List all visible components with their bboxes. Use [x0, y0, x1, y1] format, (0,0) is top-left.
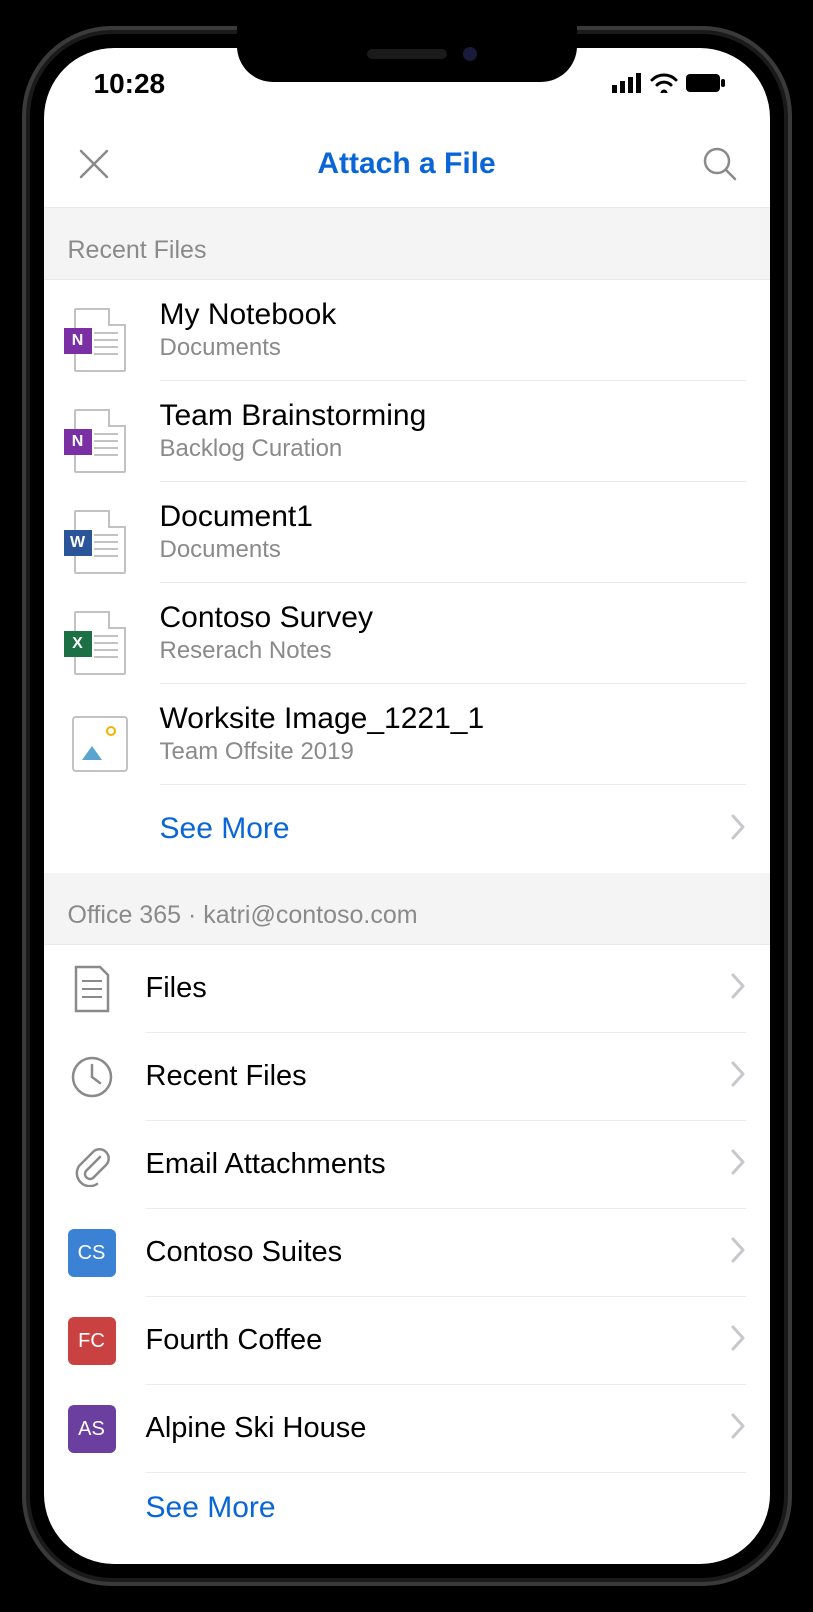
file-subtitle: Documents — [160, 334, 746, 362]
location-label: Email Attachments — [146, 1148, 386, 1181]
see-more-label: See More — [160, 812, 290, 846]
onenote-icon: N — [68, 304, 132, 376]
onenote-icon: N — [68, 405, 132, 477]
signal-icon — [612, 68, 642, 100]
file-title: Team Brainstorming — [160, 399, 746, 433]
chevron-right-icon — [730, 813, 746, 846]
file-title: Document1 — [160, 500, 746, 534]
paperclip-icon — [64, 1137, 120, 1193]
see-more-account[interactable]: See More — [44, 1473, 770, 1525]
nav-bar: Attach a File — [44, 120, 770, 208]
location-label: Files — [146, 972, 207, 1005]
chevron-right-icon — [730, 1148, 746, 1181]
location-row-files[interactable]: Files — [44, 945, 770, 1033]
screen: 10:28 Attach a File Recent — [44, 48, 770, 1564]
image-icon — [68, 708, 132, 780]
excel-icon: X — [68, 607, 132, 679]
file-subtitle: Reserach Notes — [160, 637, 746, 665]
location-label: Alpine Ski House — [146, 1412, 367, 1445]
files-icon — [64, 961, 120, 1017]
file-row[interactable]: Worksite Image_1221_1 Team Offsite 2019 — [44, 684, 770, 785]
section-header-recent: Recent Files — [44, 208, 770, 280]
close-icon[interactable] — [72, 142, 116, 186]
chevron-right-icon — [730, 1060, 746, 1093]
file-subtitle: Team Offsite 2019 — [160, 738, 746, 766]
chevron-right-icon — [730, 1324, 746, 1357]
battery-icon — [686, 68, 726, 100]
file-row[interactable]: W Document1 Documents — [44, 482, 770, 583]
chevron-right-icon — [730, 1236, 746, 1269]
notch — [237, 26, 577, 82]
file-subtitle: Documents — [160, 536, 746, 564]
search-icon[interactable] — [698, 142, 742, 186]
location-row-attachments[interactable]: Email Attachments — [44, 1121, 770, 1209]
file-row[interactable]: N Team Brainstorming Backlog Curation — [44, 381, 770, 482]
file-title: Contoso Survey — [160, 601, 746, 635]
location-row-team[interactable]: CS Contoso Suites — [44, 1209, 770, 1297]
page-title: Attach a File — [116, 147, 698, 181]
location-label: Recent Files — [146, 1060, 307, 1093]
team-badge-icon: AS — [64, 1401, 120, 1457]
status-time: 10:28 — [94, 68, 166, 100]
see-more-recent[interactable]: See More — [44, 785, 770, 873]
word-icon: W — [68, 506, 132, 578]
wifi-icon — [650, 68, 678, 100]
file-title: Worksite Image_1221_1 — [160, 702, 746, 736]
phone-frame: 10:28 Attach a File Recent — [22, 26, 792, 1586]
clock-icon — [64, 1049, 120, 1105]
section-header-account: Office 365 · katri@contoso.com — [44, 873, 770, 945]
location-label: Fourth Coffee — [146, 1324, 323, 1357]
location-row-team[interactable]: FC Fourth Coffee — [44, 1297, 770, 1385]
location-row-team[interactable]: AS Alpine Ski House — [44, 1385, 770, 1473]
team-badge-icon: CS — [64, 1225, 120, 1281]
file-title: My Notebook — [160, 298, 746, 332]
chevron-right-icon — [730, 972, 746, 1005]
file-row[interactable]: X Contoso Survey Reserach Notes — [44, 583, 770, 684]
file-subtitle: Backlog Curation — [160, 435, 746, 463]
location-label: Contoso Suites — [146, 1236, 343, 1269]
team-badge-icon: FC — [64, 1313, 120, 1369]
file-row[interactable]: N My Notebook Documents — [44, 280, 770, 381]
location-row-recent[interactable]: Recent Files — [44, 1033, 770, 1121]
chevron-right-icon — [730, 1412, 746, 1445]
